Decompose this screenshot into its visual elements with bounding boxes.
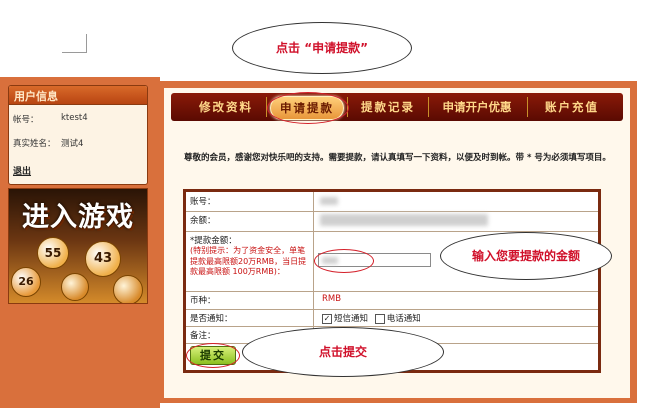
page-corner-mark (62, 34, 87, 53)
enter-game-banner[interactable]: 进入游戏 55 43 26 (8, 188, 148, 304)
sms-notify-label: 短信通知 (334, 314, 369, 324)
tab-account-recharge[interactable]: 账户充值 (531, 96, 613, 118)
form-row-notify: 是否通知： ✓ 短信通知 电话通知 (186, 309, 598, 327)
withdrawal-notice: 尊敬的会员，感谢您对快乐吧的支持。需要提款，请认真填写一下资料，以便及时到帐。带… (184, 153, 611, 163)
account-value: ktest4 (61, 113, 88, 123)
form-notify-options: ✓ 短信通知 电话通知 (318, 309, 598, 326)
form-account-label: 账号： (186, 192, 314, 211)
enter-game-title: 进入游戏 (22, 202, 134, 233)
form-balance-value (318, 211, 598, 231)
form-currency-value: RMB (322, 294, 342, 304)
lottery-ball: 43 (85, 241, 121, 277)
form-notify-label: 是否通知： (186, 309, 314, 326)
tab-open-account-offer[interactable]: 申请开户优惠 (430, 96, 524, 118)
redacted-account (320, 197, 338, 205)
lottery-ball: 26 (11, 267, 41, 297)
callout-enter-amount: 输入您要提款的金额 (440, 232, 612, 280)
logout-link[interactable]: 退出 (13, 164, 31, 177)
highlight-oval-amount (314, 249, 374, 273)
highlight-oval-submit (186, 343, 240, 368)
form-amount-note: (特别提示：为了资金安全，单笔提款最高限额20万RMB，当日提款最高限额 100… (190, 246, 307, 276)
lottery-ball: 55 (37, 237, 69, 269)
callout-click-submit: 点击提交 (242, 327, 444, 377)
form-currency-label: 币种： (186, 291, 314, 309)
form-row-account: 账号： (186, 192, 598, 212)
user-info-title: 用户信息 (9, 86, 147, 105)
phone-notify-label: 电话通知 (386, 314, 421, 324)
user-info-panel: 用户信息 帐号： ktest4 真实姓名： 测试4 退出 (8, 85, 148, 185)
form-account-value (318, 192, 598, 211)
form-amount-label: *提款金额： (190, 236, 237, 246)
account-label: 帐号： (13, 115, 39, 125)
lottery-ball-decor (61, 273, 89, 301)
form-balance-label: 余额： (186, 211, 314, 231)
sms-notify-checkbox[interactable]: ✓ (322, 313, 332, 324)
redacted-balance (320, 214, 488, 226)
callout-click-apply: 点击 “申请提款” (232, 22, 412, 74)
real-name-value: 测试4 (61, 139, 84, 149)
real-name-label: 真实姓名： (13, 139, 56, 149)
form-row-currency: 币种： RMB (186, 291, 598, 310)
highlight-oval-apply-tab (267, 92, 349, 124)
phone-notify-checkbox[interactable] (374, 313, 385, 324)
form-row-balance: 余额： (186, 211, 598, 232)
tab-edit-profile[interactable]: 修改资料 (190, 96, 262, 118)
tab-withdrawal-records[interactable]: 提款记录 (352, 96, 424, 118)
lottery-ball-decor (113, 275, 143, 303)
form-amount-label-cell: *提款金额： (特别提示：为了资金安全，单笔提款最高限额20万RMB，当日提款最… (186, 231, 314, 291)
tab-separator (527, 97, 528, 117)
tab-separator (428, 97, 429, 117)
